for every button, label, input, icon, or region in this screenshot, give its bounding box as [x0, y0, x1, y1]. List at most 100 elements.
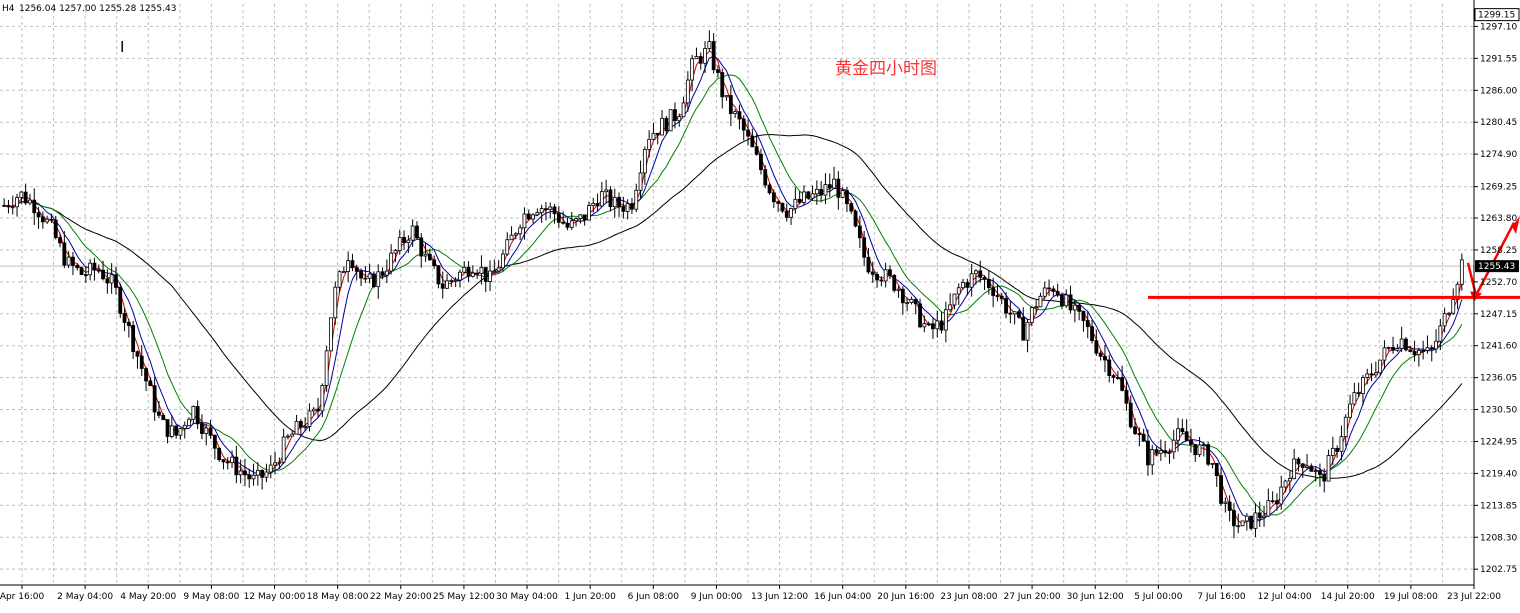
candle-body — [1318, 470, 1322, 475]
candle-body — [1029, 307, 1034, 323]
candle-body — [393, 250, 398, 254]
candle-body — [780, 202, 785, 212]
ma-mid-line — [4, 55, 1463, 523]
candle-body — [445, 280, 449, 289]
candle-body — [247, 474, 252, 480]
candle-body — [974, 270, 978, 275]
candle-body — [144, 368, 148, 382]
candle-body — [574, 218, 578, 222]
candle-body — [1292, 458, 1297, 480]
candle-body — [556, 213, 561, 223]
candle-body — [535, 212, 540, 216]
candle-body — [784, 210, 789, 218]
candle-body — [612, 196, 617, 208]
candle-body — [161, 414, 166, 420]
candle-body — [427, 253, 432, 261]
y-tick-label: 1230.50 — [1480, 406, 1517, 416]
candle-body — [475, 272, 480, 275]
x-tick-label: 16 Jun 04:00 — [814, 592, 871, 602]
candle-body — [1201, 444, 1206, 447]
candle-body — [621, 206, 626, 212]
candle-body — [647, 138, 652, 150]
candle-body — [1206, 444, 1211, 465]
candle-body — [135, 351, 140, 357]
candle-body — [604, 189, 609, 193]
candle-body — [862, 237, 867, 258]
candle-body — [685, 79, 690, 104]
y-tick-label: 1208.30 — [1480, 533, 1517, 543]
candle-body — [759, 153, 763, 171]
candle-body — [320, 385, 325, 412]
candle-body — [1361, 377, 1365, 394]
candle-body — [1180, 428, 1185, 433]
candle-body — [986, 279, 991, 289]
candle-body — [1300, 463, 1305, 468]
candle-body — [1283, 480, 1288, 488]
candle-body — [1266, 500, 1271, 517]
candle-body — [823, 184, 828, 196]
candle-body — [1171, 439, 1176, 453]
candle-body — [900, 288, 905, 304]
header-marker: I — [120, 38, 124, 56]
candle-body — [673, 109, 677, 122]
candle-body — [1184, 431, 1189, 441]
x-tick-label: 13 Jun 12:00 — [751, 592, 808, 602]
candle-body — [36, 212, 41, 218]
candle-body — [797, 198, 802, 203]
candle-body — [1365, 373, 1370, 378]
candle-body — [363, 277, 368, 280]
x-tick-label: 12 Jul 04:00 — [1258, 592, 1312, 602]
candle-body — [905, 302, 910, 304]
candle-body — [1275, 500, 1279, 505]
candle-body — [694, 56, 699, 60]
candle-body — [187, 418, 191, 426]
candle-body — [1404, 338, 1408, 351]
candle-body — [1154, 449, 1159, 454]
x-tick-label: Apr 16:00 — [0, 592, 44, 602]
ma-slow-line — [4, 74, 1463, 516]
candle-body — [19, 191, 24, 198]
candle-body — [746, 129, 750, 137]
gold-h4-chart: 1297.10 1291.55 1286.00 1280.45 1274.90 1269.… — [0, 0, 1520, 609]
candle-body — [1326, 455, 1331, 482]
candle-body — [1442, 313, 1447, 327]
candle-body — [754, 146, 759, 155]
chart-svg: 1297.10 1291.55 1286.00 1280.45 1274.90 1269.… — [0, 0, 1520, 602]
y-tick-label: 1274.90 — [1480, 150, 1517, 160]
x-tick-label: 9 Jun 00:00 — [691, 592, 743, 602]
candle-body — [440, 283, 445, 289]
candle-body — [131, 325, 136, 352]
candle-body — [483, 267, 488, 282]
y-tick-label: 1286.00 — [1480, 86, 1517, 96]
candle-body — [931, 323, 935, 330]
candle-body — [1146, 440, 1150, 466]
candle-body — [126, 322, 131, 326]
x-tick-label: 9 May 08:00 — [183, 592, 239, 602]
candle-body — [1386, 347, 1391, 349]
candle-body — [1322, 474, 1327, 482]
candle-body — [277, 461, 282, 464]
candle-body — [561, 221, 566, 224]
candle-body — [853, 210, 858, 227]
candle-body — [608, 189, 613, 208]
candle-body — [1094, 340, 1099, 354]
candle-body — [587, 205, 591, 221]
header-ohlc: 1256.04 1257.00 1255.28 1255.43 — [19, 4, 176, 14]
candle-body — [1189, 439, 1193, 445]
candle-body — [230, 456, 234, 464]
candle-body — [329, 317, 333, 352]
x-tick-label: 23 Jul 22:00 — [1447, 592, 1501, 602]
candle-body — [10, 206, 15, 209]
candle-body — [208, 427, 213, 436]
candle-body — [376, 271, 381, 288]
candle-body — [191, 406, 196, 420]
candle-body — [1038, 295, 1043, 308]
candle-body — [105, 278, 110, 284]
candle-body — [995, 295, 1000, 297]
candle-body — [767, 184, 772, 194]
candle-body — [660, 117, 664, 136]
candle-body — [1163, 450, 1168, 454]
candle-body — [1193, 444, 1198, 456]
candle-body — [1236, 525, 1241, 528]
candle-body — [591, 203, 596, 206]
